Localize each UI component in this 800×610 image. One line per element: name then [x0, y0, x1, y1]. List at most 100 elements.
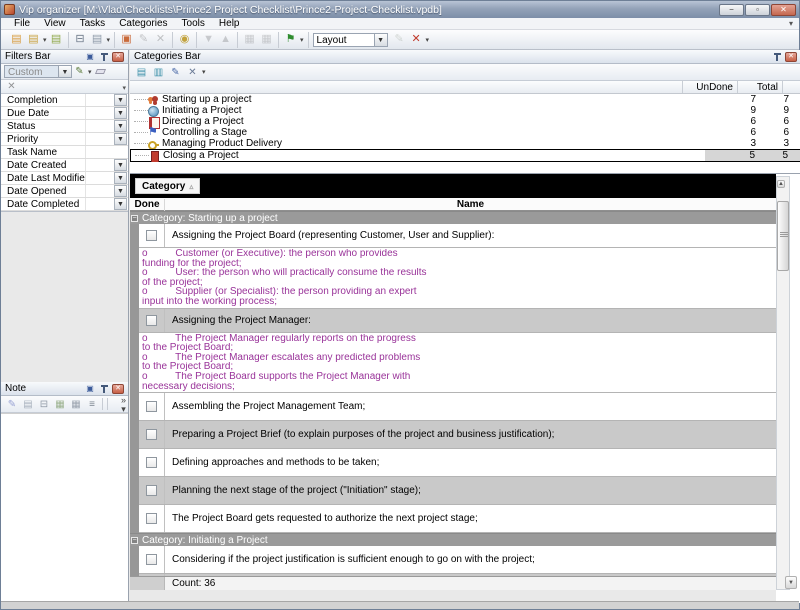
group-by-category-button[interactable]: Category ▵ — [135, 178, 200, 194]
menu-categories[interactable]: Categories — [112, 18, 174, 29]
print-preview-note-icon[interactable]: ▤ — [20, 397, 36, 411]
delete-layout-button[interactable]: ✕ — [408, 32, 425, 47]
filters-toolbar-overflow-icon[interactable]: ▾ — [122, 84, 126, 92]
menu-overflow-icon[interactable]: ▾ — [789, 19, 793, 28]
category-row[interactable]: Starting up a project77 — [130, 94, 800, 105]
filter-value-field[interactable] — [85, 120, 114, 132]
task-checkbox[interactable] — [146, 485, 157, 496]
category-row[interactable]: Directing a Project66 — [130, 116, 800, 127]
filter-dropdown-icon[interactable]: ▼ — [114, 107, 127, 119]
group-row[interactable]: −Category: Initiating a Project — [130, 533, 776, 546]
column-undone[interactable]: UnDone — [683, 82, 733, 93]
note-pin-icon[interactable] — [98, 384, 110, 394]
menu-help[interactable]: Help — [212, 18, 247, 29]
task-row[interactable]: Assigning the Project Board (representin… — [139, 224, 776, 248]
category-row[interactable]: Controlling a Stage66 — [130, 127, 800, 138]
minimize-button[interactable]: − — [719, 4, 744, 16]
filter-dropdown-icon[interactable]: ▼ — [114, 94, 127, 106]
categories-close-icon[interactable]: ✕ — [785, 52, 797, 62]
apply-filter-icon[interactable]: ✎ — [72, 65, 87, 78]
filter-value-field[interactable] — [85, 172, 114, 184]
edit-note-icon[interactable]: ✎ — [4, 397, 20, 411]
menu-tasks[interactable]: Tasks — [73, 18, 113, 29]
new-subcategory-button[interactable]: ▥ — [150, 65, 167, 79]
close-button[interactable]: ✕ — [771, 4, 796, 16]
filter-value-field[interactable] — [85, 146, 128, 158]
task-row[interactable]: Considering if the project justification… — [139, 546, 776, 574]
notebook-view-dropdown-icon[interactable]: ▾ — [300, 36, 304, 44]
filter-preset-dropdown-icon[interactable]: ▼ — [59, 65, 72, 78]
note-close-icon[interactable]: ✕ — [112, 384, 124, 394]
column-total[interactable]: Total — [738, 82, 778, 93]
scroll-up-icon[interactable]: ▲ — [777, 180, 785, 188]
filter-dropdown-icon[interactable]: ▼ — [114, 172, 127, 184]
print-button[interactable]: ⊟ — [72, 32, 89, 47]
new-category-button[interactable]: ▤ — [133, 65, 150, 79]
layout-combo-value[interactable]: Layout — [313, 33, 375, 47]
task-checkbox[interactable] — [146, 429, 157, 440]
filter-value-field[interactable] — [85, 198, 114, 210]
move-up-button[interactable]: ▲ — [217, 32, 234, 47]
move-down-button[interactable]: ▼ — [200, 32, 217, 47]
task-row[interactable]: Preparing a Project Brief (to explain pu… — [139, 421, 776, 449]
layout-combo-dropdown-icon[interactable]: ▼ — [375, 33, 388, 47]
task-checkbox[interactable] — [146, 554, 157, 565]
filters-close-icon[interactable]: ✕ — [112, 52, 124, 62]
task-checkbox[interactable] — [146, 457, 157, 468]
note-content[interactable] — [1, 413, 128, 602]
category-row[interactable]: Managing Product Delivery33 — [130, 138, 800, 149]
collapse-groups-button[interactable]: ▦ — [258, 32, 275, 47]
filters-pin-icon[interactable] — [98, 52, 110, 62]
vertical-scrollbar[interactable]: ▲ ▼ — [776, 176, 790, 590]
note-restore-icon[interactable]: ▣ — [84, 384, 96, 394]
new-notebook-button[interactable]: ▤ — [8, 32, 25, 47]
apply-filter-dropdown-icon[interactable]: ▾ — [88, 68, 92, 76]
filter-dropdown-icon[interactable]: ▼ — [114, 159, 127, 171]
filters-restore-icon[interactable]: ▣ — [84, 52, 96, 62]
scroll-down-icon[interactable]: ▼ — [785, 576, 797, 589]
filter-value-field[interactable] — [85, 159, 114, 171]
column-done[interactable]: Done — [130, 199, 165, 211]
note-toolbar-overflow-icon[interactable]: »▾ — [121, 396, 126, 414]
filter-dropdown-icon[interactable]: ▼ — [114, 185, 127, 197]
filter-value-field[interactable] — [85, 133, 114, 145]
task-checkbox[interactable] — [146, 401, 157, 412]
task-row[interactable]: Assigning the Project Manager: — [139, 309, 776, 333]
menu-view[interactable]: View — [37, 18, 73, 29]
edit-category-button[interactable]: ✎ — [167, 65, 184, 79]
task-checkbox[interactable] — [146, 513, 157, 524]
filter-dropdown-icon[interactable]: ▼ — [114, 198, 127, 210]
save-notebook-button[interactable]: ▤ — [48, 32, 65, 47]
open-notebook-dropdown-icon[interactable]: ▾ — [43, 36, 47, 44]
task-row[interactable]: Planning the next stage of the project (… — [139, 477, 776, 505]
edit-task-button[interactable]: ✎ — [135, 32, 152, 47]
filter-value-field[interactable] — [85, 94, 114, 106]
delete-category-button[interactable]: ✕ — [184, 65, 201, 79]
insert-image-icon[interactable]: ▦ — [52, 397, 68, 411]
filter-dropdown-icon[interactable]: ▼ — [114, 120, 127, 132]
clear-filter-icon[interactable]: ✕ — [4, 80, 19, 93]
title-bar[interactable]: Vip organizer [M:\Vlad\Checklists\Prince… — [1, 1, 799, 18]
task-row[interactable]: Assembling the Project Management Team; — [139, 393, 776, 421]
maximize-button[interactable]: ▫ — [745, 4, 770, 16]
delete-task-button[interactable]: ✕ — [152, 32, 169, 47]
print-preview-dropdown-icon[interactable]: ▾ — [107, 36, 111, 44]
menu-tools[interactable]: Tools — [175, 18, 212, 29]
collapse-group-icon[interactable]: − — [131, 215, 138, 222]
filter-preset-combo[interactable]: Custom — [4, 65, 59, 78]
eraser-icon[interactable] — [93, 65, 108, 78]
task-checkbox[interactable] — [146, 315, 157, 326]
filter-dropdown-icon[interactable]: ▼ — [114, 133, 127, 145]
categories-toolbar-overflow-icon[interactable]: ▾ — [202, 68, 206, 76]
task-checkbox[interactable] — [146, 230, 157, 241]
view-task-notes-button[interactable]: ◉ — [176, 32, 193, 47]
print-note-icon[interactable]: ⊟ — [36, 397, 52, 411]
print-preview-button[interactable]: ▤ — [89, 32, 106, 47]
layout-combo[interactable]: Layout ▼ — [313, 33, 388, 47]
category-row[interactable]: Initiating a Project99 — [130, 105, 800, 116]
scrollbar-thumb[interactable] — [777, 201, 789, 271]
bullet-list-icon[interactable]: ≡ — [84, 397, 100, 411]
filter-value-field[interactable] — [85, 185, 114, 197]
open-notebook-button[interactable]: ▤ — [25, 32, 42, 47]
toolbar-overflow-icon[interactable]: ▾ — [426, 36, 430, 44]
